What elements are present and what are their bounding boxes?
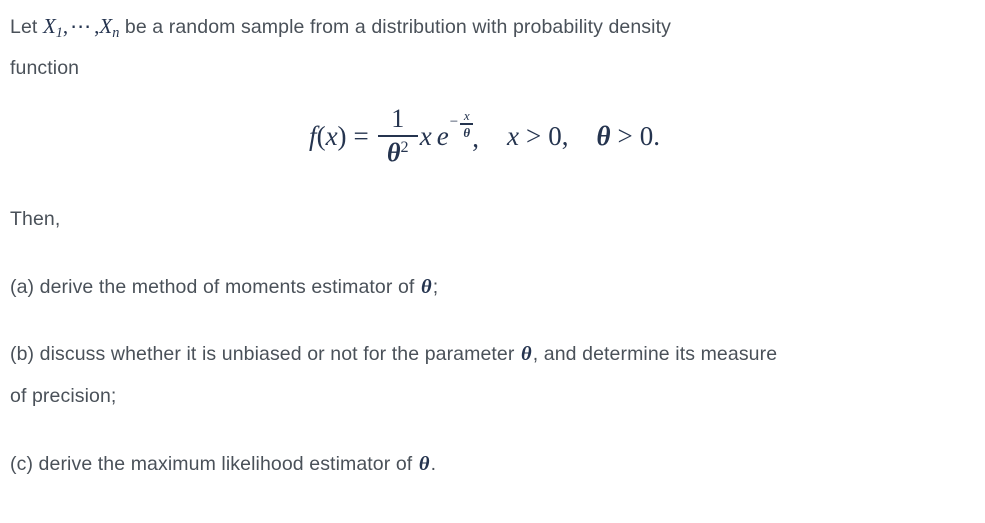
exponent-minus-sign: − [449, 113, 459, 130]
part-c-theta-symbol: θ [418, 453, 430, 475]
question-part-c: (c) derive the maximum likelihood estima… [10, 443, 436, 485]
equation-argument-x: x [325, 120, 338, 151]
part-a-text-after-symbol: ; [432, 276, 439, 298]
display-equation: f(x) = 1 θ2 x e − x θ, x >0, θ >0. [0, 100, 985, 172]
equation-exponential-base: e [436, 120, 449, 151]
exponent-numerator: x [463, 107, 470, 123]
condition-two-operator: > [617, 120, 633, 151]
part-b-theta-symbol: θ [521, 343, 532, 365]
equation-row: f(x) = 1 θ2 x e − x θ, x >0, θ >0. [309, 106, 660, 166]
part-c-text-after-symbol: . [430, 453, 437, 475]
part-a-line-1: (a) derive the method of moments estimat… [10, 266, 438, 308]
equation-factor-x: x [419, 120, 432, 151]
x1-base: X [42, 14, 56, 38]
intro-line-1-suffix: be a random sample from a distribution w… [119, 16, 671, 38]
part-b-text-after-symbol: , and determine its measure [532, 343, 778, 365]
equation-comma: , [472, 122, 479, 153]
x1-subscript: 1 [55, 24, 63, 41]
equation-equals-sign: = [353, 120, 369, 151]
fraction-numerator: 1 [391, 104, 405, 134]
fraction-one-over-theta-squared: 1 θ2 [377, 104, 418, 166]
xn-base: X [99, 14, 113, 38]
then-label: Then, [10, 208, 61, 230]
intro-line-2: function [10, 57, 80, 79]
ellipsis-icon: ⋯ [70, 14, 93, 38]
part-c-text-before-symbol: (c) derive the maximum likelihood estima… [10, 453, 418, 475]
intro-line-1-prefix: Let [10, 16, 43, 38]
random-variable-x1: X1 [42, 14, 63, 41]
then-paragraph: Then, [10, 198, 60, 240]
part-b-line-1: (b) discuss whether it is unbiased or no… [10, 333, 777, 375]
part-a-theta-symbol: θ [420, 276, 432, 298]
question-part-b: (b) discuss whether it is unbiased or no… [10, 333, 777, 417]
fraction-denominator: θ2 [383, 137, 413, 166]
random-variable-xn: Xn [99, 14, 119, 41]
equation-paren-close: ) [337, 120, 347, 151]
denominator-theta: θ [387, 137, 401, 167]
condition-one-value: 0, [548, 120, 569, 151]
exponent-denominator: θ [463, 125, 471, 141]
document-page: Let X1,⋯,Xn be a random sample from a di… [0, 0, 985, 523]
equation-f: f [309, 120, 317, 151]
equation-exponent: − x θ [449, 107, 474, 141]
intro-paragraph: Let X1,⋯,Xn be a random sample from a di… [10, 5, 671, 89]
part-b-text-before-symbol: (b) discuss whether it is unbiased or no… [10, 343, 520, 365]
question-part-a: (a) derive the method of moments estimat… [10, 266, 438, 308]
condition-one-operator: > [525, 120, 542, 151]
condition-two-variable: θ [596, 120, 611, 151]
part-b-line-2: of precision; [10, 385, 117, 407]
condition-one-variable: x [506, 120, 519, 151]
equation-paren-open: ( [316, 120, 326, 151]
part-a-text-before-symbol: (a) derive the method of moments estimat… [10, 276, 420, 298]
condition-two-value: 0. [639, 120, 660, 151]
part-c-line-1: (c) derive the maximum likelihood estima… [10, 443, 436, 485]
intro-line-1: Let X1,⋯,Xn be a random sample from a di… [10, 5, 671, 47]
denominator-exponent: 2 [400, 138, 409, 156]
